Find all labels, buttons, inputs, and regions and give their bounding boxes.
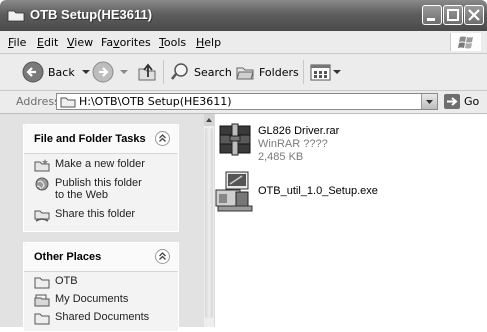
scrollbar-thumb[interactable] — [205, 128, 213, 318]
documents-icon — [34, 294, 50, 307]
up-folder-button[interactable] — [136, 61, 158, 83]
file-list[interactable]: GL826 Driver.rar WinRAR ???? 2,485 KB OT… — [204, 114, 487, 327]
file-name: OTB_util_1.0_Setup.exe — [258, 185, 378, 197]
scroll-up-button[interactable] — [204, 114, 214, 126]
chevron-up-icon — [159, 134, 166, 142]
file-name: GL826 Driver.rar — [258, 125, 340, 137]
menu-help[interactable]: Help — [196, 36, 221, 49]
file-item[interactable]: OTB_util_1.0_Setup.exe — [214, 170, 434, 218]
minimize-button[interactable] — [422, 5, 442, 25]
go-button[interactable] — [444, 94, 460, 109]
address-dropdown-button[interactable] — [421, 94, 437, 109]
task-pane: File and Folder Tasks Make a new folder … — [0, 114, 204, 332]
new-folder-icon — [34, 159, 50, 172]
windows-flag-logo — [450, 33, 481, 51]
menu-view[interactable]: View — [67, 36, 93, 49]
toolbar-separator — [303, 60, 304, 84]
views-button[interactable] — [310, 61, 342, 83]
toolbar-separator — [163, 60, 164, 84]
window-title: OTB Setup(HE3611) — [30, 7, 153, 22]
forward-arrow-icon — [92, 61, 114, 83]
file-folder-tasks-panel: File and Folder Tasks Make a new folder … — [23, 124, 179, 232]
panel-header[interactable]: Other Places — [24, 243, 178, 272]
place-my-documents[interactable]: My Documents — [34, 293, 128, 307]
chevron-up-icon — [159, 252, 166, 260]
menu-favorites[interactable]: Favorites — [101, 36, 151, 49]
winrar-archive-icon — [219, 123, 251, 156]
task-share-folder[interactable]: Share this folder — [34, 208, 135, 222]
file-size: 2,485 KB — [258, 151, 304, 163]
views-icon — [310, 64, 331, 81]
back-button[interactable]: Back — [22, 61, 92, 83]
close-icon — [468, 9, 480, 21]
minimize-icon — [427, 18, 435, 21]
chevron-down-icon[interactable] — [118, 67, 130, 77]
globe-icon — [35, 177, 49, 191]
menu-edit[interactable]: Edit — [37, 36, 58, 49]
address-path: H:\OTB\OTB Setup(HE3611) — [79, 95, 232, 108]
maximize-button[interactable] — [443, 5, 463, 25]
chevron-down-icon[interactable] — [80, 67, 92, 77]
collapse-button[interactable] — [155, 249, 170, 264]
search-icon — [171, 63, 188, 80]
folders-button[interactable]: Folders — [235, 61, 299, 83]
forward-button[interactable] — [92, 61, 130, 83]
panel-title: Other Places — [34, 251, 102, 263]
folders-icon — [236, 67, 254, 80]
panel-header[interactable]: File and Folder Tasks — [24, 125, 178, 154]
place-otb[interactable]: OTB — [34, 275, 78, 289]
place-shared-documents[interactable]: Shared Documents — [34, 311, 149, 325]
file-type: WinRAR ???? — [258, 138, 328, 150]
address-input[interactable]: H:\OTB\OTB Setup(HE3611) — [56, 93, 438, 110]
panel-title: File and Folder Tasks — [34, 133, 146, 145]
close-button[interactable] — [464, 5, 484, 25]
address-bar: Address H:\OTB\OTB Setup(HE3611) Go — [0, 91, 487, 114]
menu-tools[interactable]: Tools — [159, 36, 186, 49]
go-arrow-icon — [447, 97, 458, 106]
chevron-up-icon — [206, 118, 212, 122]
menu-file[interactable]: File — [8, 36, 26, 49]
folder-icon — [60, 97, 76, 108]
chevron-down-icon — [333, 70, 341, 74]
share-folder-icon — [34, 210, 50, 222]
title-bar[interactable]: OTB Setup(HE3611) — [0, 0, 487, 31]
maximize-icon — [447, 9, 459, 21]
other-places-panel: Other Places OTB My Documents Shared Doc… — [23, 242, 179, 332]
folder-icon — [7, 10, 25, 22]
folder-icon — [34, 313, 50, 325]
task-make-new-folder[interactable]: Make a new folder — [34, 158, 145, 172]
address-label: Address — [16, 95, 60, 108]
menu-bar: File Edit View Favorites Tools Help — [0, 31, 487, 54]
search-button[interactable]: Search — [170, 61, 232, 83]
go-label[interactable]: Go — [464, 95, 479, 108]
chevron-down-icon — [426, 100, 433, 104]
file-item[interactable]: GL826 Driver.rar WinRAR ???? 2,485 KB — [214, 118, 414, 168]
task-publish-to-web[interactable]: Publish this folder to the Web — [34, 177, 154, 201]
folder-icon — [34, 277, 50, 289]
back-arrow-icon — [22, 61, 44, 83]
windows-logo-icon — [458, 36, 473, 49]
up-folder-icon — [138, 63, 156, 81]
toolbar: Back Search Folders — [0, 54, 487, 91]
setup-installer-icon — [215, 171, 253, 212]
collapse-button[interactable] — [155, 131, 170, 146]
